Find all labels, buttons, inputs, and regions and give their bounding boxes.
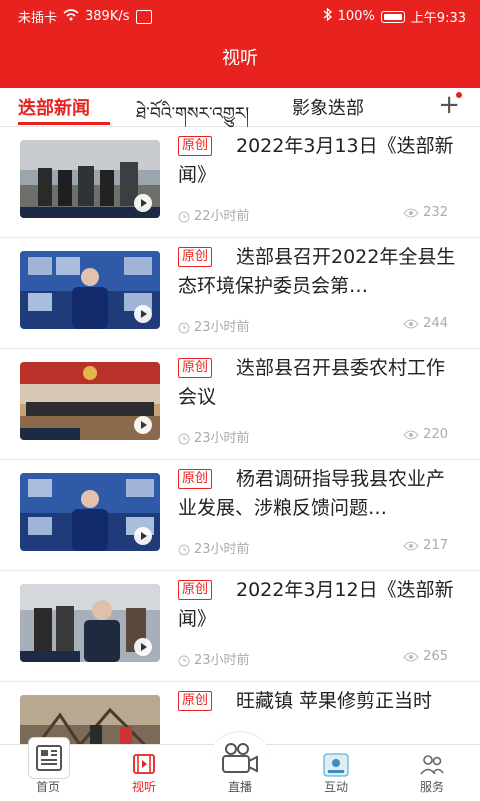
nav-live[interactable]: 直播 — [192, 743, 288, 801]
publish-time: 23小时前 — [194, 653, 250, 668]
news-title[interactable]: 杨君调研指导我县农业产业发展、涉粮反馈问题… — [178, 465, 458, 523]
eye-icon — [403, 652, 419, 661]
notification-icon — [135, 9, 152, 24]
eye-icon — [403, 430, 419, 439]
status-bar: 未插卡 389K/s 100% 上午9:33 — [0, 0, 480, 30]
film-icon — [132, 753, 156, 779]
eye-icon — [403, 319, 419, 328]
notification-dot — [456, 92, 462, 98]
clock-icon — [178, 544, 190, 555]
eye-icon — [403, 541, 419, 550]
video-thumbnail — [20, 362, 160, 440]
news-title[interactable]: 旺藏镇 苹果修剪正当时 — [178, 687, 458, 716]
nav-service[interactable]: 服务 — [384, 745, 480, 801]
network-speed: 389K/s — [85, 9, 130, 24]
nav-audiovisual[interactable]: 视听 — [96, 745, 192, 801]
news-item[interactable]: 原创 迭部县召开2022年全县生态环境保护委员会第… 23小时前 244 — [0, 238, 480, 349]
nav-interact-label: 互动 — [323, 780, 348, 794]
nav-home[interactable]: 首页 — [0, 737, 96, 801]
view-count: 244 — [423, 316, 448, 331]
nav-interact[interactable]: 互动 — [288, 745, 384, 801]
news-title[interactable]: 2022年3月13日《迭部新闻》 — [178, 132, 458, 190]
clock-icon — [178, 211, 190, 222]
view-count: 217 — [423, 538, 448, 553]
video-thumbnail — [20, 473, 160, 551]
play-icon — [134, 305, 152, 323]
newspaper-icon — [28, 737, 70, 779]
news-item[interactable]: 原创 2022年3月13日《迭部新闻》 22小时前 232 — [0, 127, 480, 238]
clock-icon — [178, 322, 190, 333]
publish-time: 23小时前 — [194, 320, 250, 335]
news-title[interactable]: 迭部县召开2022年全县生态环境保护委员会第… — [178, 243, 458, 301]
clock-icon — [178, 433, 190, 444]
play-icon — [134, 527, 152, 545]
app-tile-icon — [323, 753, 349, 781]
publish-time: 23小时前 — [194, 542, 250, 557]
tab-diebu-news[interactable]: 迭部新闻 — [18, 94, 90, 120]
publish-time: 23小时前 — [194, 431, 250, 446]
news-item[interactable]: 原创 2022年3月12日《迭部新闻》 23小时前 265 — [0, 571, 480, 682]
tab-image-diebu[interactable]: 影象迭部 — [292, 94, 364, 120]
news-list: 原创 2022年3月13日《迭部新闻》 22小时前 232 原创 迭部县召开20… — [0, 127, 480, 793]
people-icon — [419, 753, 445, 781]
news-item[interactable]: 原创 迭部县召开县委农村工作会议 23小时前 220 — [0, 349, 480, 460]
view-count: 265 — [423, 649, 448, 664]
nav-live-label: 直播 — [227, 780, 252, 794]
view-count: 220 — [423, 427, 448, 442]
clock-time: 上午9:33 — [410, 11, 466, 26]
nav-audiovisual-label: 视听 — [131, 780, 156, 794]
bottom-navigation: 首页 视听 直播 互动 服务 — [0, 731, 480, 801]
eye-icon — [403, 208, 419, 217]
video-camera-icon — [219, 741, 261, 779]
page-title-bar: 视听 — [0, 30, 480, 88]
active-tab-indicator — [18, 122, 110, 125]
play-icon — [134, 416, 152, 434]
play-icon — [134, 194, 152, 212]
nav-home-label: 首页 — [35, 780, 60, 794]
video-thumbnail — [20, 140, 160, 218]
view-count: 232 — [423, 205, 448, 220]
video-thumbnail — [20, 251, 160, 329]
battery-percent: 100% — [337, 9, 375, 24]
category-tabs: 迭部新闻 ཐེ་བོའི་གསར་འགྱུར། 影象迭部 + — [0, 88, 480, 127]
battery-icon — [380, 10, 405, 23]
video-thumbnail — [20, 584, 160, 662]
clock-icon — [178, 655, 190, 666]
news-title[interactable]: 2022年3月12日《迭部新闻》 — [178, 576, 458, 634]
news-title[interactable]: 迭部县召开县委农村工作会议 — [178, 354, 458, 412]
wifi-icon — [63, 8, 79, 25]
news-item[interactable]: 原创 杨君调研指导我县农业产业发展、涉粮反馈问题… 23小时前 217 — [0, 460, 480, 571]
nav-service-label: 服务 — [419, 780, 444, 794]
bluetooth-icon — [323, 7, 332, 25]
publish-time: 22小时前 — [194, 209, 250, 224]
page-title: 视听 — [222, 48, 258, 69]
play-icon — [134, 638, 152, 656]
carrier-text: 未插卡 — [18, 11, 58, 26]
